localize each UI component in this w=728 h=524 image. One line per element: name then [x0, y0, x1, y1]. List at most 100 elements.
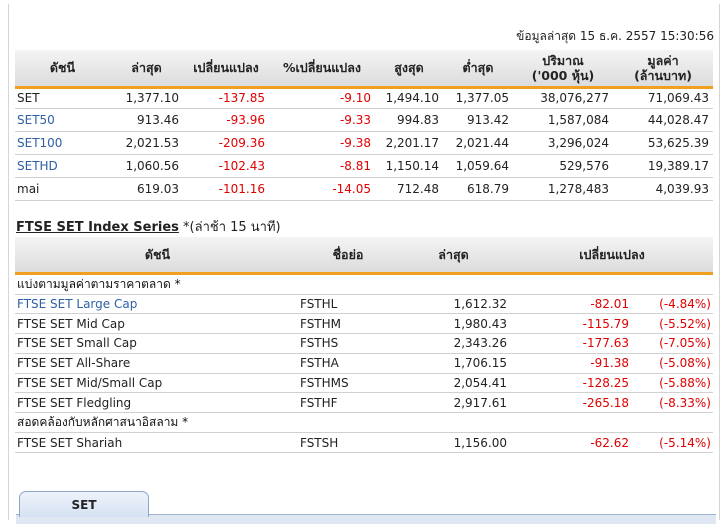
cell-high: 1,150.14: [385, 158, 439, 173]
cell-change: -177.63: [582, 336, 629, 351]
ftse-name: FTSE SET Fledgling: [17, 395, 132, 410]
cell-pct-change: (-4.84%): [659, 296, 711, 311]
cell-last: 619.03: [137, 181, 179, 196]
table-row: FTSE SET Shariah FSTSH 1,156.00 -62.62 (…: [15, 433, 713, 453]
cell-change: -91.38: [590, 356, 629, 371]
table-row: FTSE SET Fledgling FSTHF 2,917.61 -265.1…: [15, 393, 713, 413]
col-header-last: ล่าสุด: [110, 50, 183, 89]
table-row: mai 619.03 -101.16 -14.05 712.48 618.79 …: [15, 177, 713, 200]
cell-value: 44,028.47: [647, 112, 709, 127]
cell-volume: 529,576: [559, 158, 609, 173]
cell-last: 1,612.32: [453, 296, 507, 311]
cell-last: 1,706.15: [453, 356, 507, 371]
cell-volume: 1,278,483: [547, 181, 609, 196]
table-row: FTSE SET Small Cap FSTHS 2,343.26 -177.6…: [15, 334, 713, 354]
col-header-low: ต่ำสุด: [443, 50, 513, 89]
ftse-name: FTSE SET Mid/Small Cap: [17, 376, 163, 391]
table-row: FTSE SET Large Cap FSTHL 1,612.32 -82.01…: [15, 294, 713, 314]
cell-low: 913.42: [467, 112, 509, 127]
ftse-table-header: ดัชนี ชื่อย่อ ล่าสุด เปลี่ยนแปลง: [15, 237, 713, 275]
cell-last: 1,156.00: [453, 435, 507, 450]
cell-last: 913.46: [137, 112, 179, 127]
cell-last: 2,054.41: [453, 376, 507, 391]
ftse-delay-note: *(ล่าช้า 15 นาที): [183, 220, 281, 235]
cell-low: 2,021.44: [455, 135, 509, 150]
col-header-pct-change: %เปลี่ยนแปลง: [269, 50, 375, 89]
cell-pct-change: (-5.14%): [659, 435, 711, 450]
index-link-set100[interactable]: SET100: [15, 131, 110, 154]
col-header-high: สูงสุด: [375, 50, 443, 89]
table-row: FTSE SET All-Share FSTHA 1,706.15 -91.38…: [15, 353, 713, 374]
ftse-name: FTSE SET All-Share: [17, 356, 131, 371]
col-header-change: เปลี่ยนแปลง: [511, 237, 713, 275]
cell-change: -62.62: [590, 435, 629, 450]
cell-high: 2,201.17: [385, 135, 439, 150]
ftse-name: FTSE SET Small Cap: [17, 336, 137, 351]
cell-value: 53,625.39: [647, 135, 709, 150]
col-header-index: ดัชนี: [15, 50, 110, 89]
cell-change: -137.85: [218, 91, 265, 105]
cell-change: -128.25: [582, 376, 629, 391]
col-header-symbol: ชื่อย่อ: [300, 237, 396, 275]
section-label-market-cap: แบ่งตามมูลค่าตามราคาตลาด *: [17, 276, 181, 291]
cell-pct-change: (-8.33%): [659, 395, 711, 410]
cell-change: -101.16: [218, 181, 265, 196]
cell-low: 618.79: [467, 181, 509, 196]
section-row: สอดคล้องกับหลักศาสนาอิสลาม *: [15, 413, 713, 433]
cell-pct-change: -8.81: [339, 158, 371, 173]
cell-low: 1,377.05: [455, 91, 509, 105]
ftse-table: ดัชนี ชื่อย่อ ล่าสุด เปลี่ยนแปลง แบ่งตาม…: [15, 237, 713, 453]
cell-pct-change: -9.38: [339, 135, 371, 150]
table-row: FTSE SET Mid/Small Cap FSTHMS 2,054.41 -…: [15, 373, 713, 393]
section-label-shariah: สอดคล้องกับหลักศาสนาอิสลาม *: [17, 415, 189, 430]
cell-pct-change: -9.33: [339, 112, 371, 127]
col-header-index: ดัชนี: [15, 237, 300, 275]
cell-pct-change: (-5.08%): [659, 356, 711, 371]
index-name: mai: [17, 181, 40, 196]
index-link-set50[interactable]: SET50: [15, 108, 110, 131]
col-header-volume: ปริมาณ ('000 หุ้น): [513, 50, 613, 89]
cell-change: -93.96: [226, 112, 265, 127]
table-row: FTSE SET Mid Cap FSTHM 1,980.43 -115.79 …: [15, 314, 713, 334]
ftse-link-large-cap[interactable]: FTSE SET Large Cap: [15, 294, 300, 314]
table-row: SETHD 1,060.56 -102.43 -8.81 1,150.14 1,…: [15, 154, 713, 177]
index-link-sethd[interactable]: SETHD: [15, 154, 110, 177]
cell-pct-change: -14.05: [332, 181, 371, 196]
cell-pct-change: (-7.05%): [659, 336, 711, 351]
cell-last: 2,343.26: [453, 336, 507, 351]
cell-volume: 3,296,024: [547, 135, 609, 150]
cell-symbol: FSTHA: [300, 356, 339, 371]
col-header-change: เปลี่ยนแปลง: [183, 50, 269, 89]
ftse-section-title: FTSE SET Index Series *(ล่าช้า 15 นาที): [16, 216, 281, 237]
cell-symbol: FSTSH: [300, 435, 339, 450]
cell-change: -265.18: [582, 395, 629, 410]
table-row: SET50 913.46 -93.96 -9.33 994.83 913.42 …: [15, 108, 713, 131]
cell-value: 19,389.17: [647, 158, 709, 173]
table-row: SET 1,377.10 -137.85 -9.10 1,494.10 1,37…: [15, 87, 713, 108]
cell-value: 71,069.43: [647, 91, 709, 105]
col-header-value: มูลค่า (ล้านบาท): [613, 50, 713, 89]
index-name: SET: [17, 91, 40, 105]
cell-symbol: FSTHF: [300, 395, 338, 410]
cell-change: -115.79: [582, 316, 629, 331]
table-row: SET100 2,021.53 -209.36 -9.38 2,201.17 2…: [15, 131, 713, 154]
tab-set[interactable]: SET: [19, 491, 149, 517]
cell-pct-change: -9.10: [339, 91, 371, 105]
cell-last: 1,060.56: [125, 158, 179, 173]
cell-high: 712.48: [397, 181, 439, 196]
cell-value: 4,039.93: [655, 181, 709, 196]
cell-pct-change: (-5.52%): [659, 316, 711, 331]
last-update-text: ข้อมูลล่าสุด 15 ธ.ค. 2557 15:30:56: [516, 29, 714, 43]
cell-symbol: FSTHL: [300, 296, 338, 311]
index-table: ดัชนี ล่าสุด เปลี่ยนแปลง %เปลี่ยนแปลง สู…: [15, 50, 713, 201]
cell-last: 1,980.43: [453, 316, 507, 331]
cell-change: -82.01: [590, 296, 629, 311]
cell-last: 2,021.53: [125, 135, 179, 150]
index-table-header: ดัชนี ล่าสุด เปลี่ยนแปลง %เปลี่ยนแปลง สู…: [15, 50, 713, 89]
cell-symbol: FSTHS: [300, 336, 339, 351]
cell-high: 994.83: [397, 112, 439, 127]
ftse-title-text: FTSE SET Index Series: [16, 220, 179, 235]
cell-low: 1,059.64: [455, 158, 509, 173]
cell-pct-change: (-5.88%): [659, 376, 711, 391]
cell-change: -209.36: [218, 135, 265, 150]
